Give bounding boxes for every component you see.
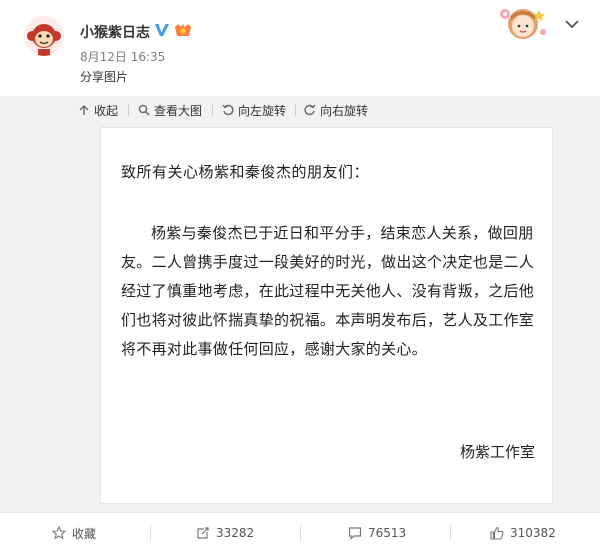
user-avatar[interactable]	[24, 16, 64, 56]
comment-button[interactable]: 76513	[348, 513, 406, 552]
rotate-left-label: 向左旋转	[238, 103, 287, 118]
collapse-button[interactable]: 收起	[78, 102, 118, 118]
repost-icon	[197, 527, 209, 539]
view-large-label: 查看大图	[154, 103, 203, 118]
rotate-right-button[interactable]: 向右旋转	[304, 102, 368, 118]
toolbar-divider	[212, 104, 213, 116]
comment-icon	[348, 527, 362, 540]
favorite-button[interactable]: 收藏	[52, 513, 96, 552]
toolbar-divider	[128, 104, 129, 116]
post-actions: 收藏 33282 76513 310382	[0, 512, 600, 552]
monkey-avatar-icon	[24, 16, 64, 56]
rotate-left-icon	[222, 104, 234, 116]
action-divider	[150, 525, 151, 541]
letter-signature: 杨紫工作室	[459, 443, 535, 461]
letter-body: 杨紫与秦俊杰已于近日和平分手，结束恋人关系，做回朋友。二人曾携手度过一段美好的时…	[121, 224, 535, 358]
statement-image[interactable]: 致所有关心杨紫和秦俊杰的朋友们： 杨紫与秦俊杰已于近日和平分手，结束恋人关系，做…	[100, 127, 553, 504]
view-large-button[interactable]: 查看大图	[138, 102, 202, 118]
favorite-label: 收藏	[72, 526, 97, 541]
like-icon	[490, 526, 504, 540]
user-name[interactable]: 小猴紫日志	[80, 22, 150, 42]
promo-sticker-icon[interactable]	[497, 4, 549, 42]
like-count: 310382	[510, 526, 556, 540]
zoom-icon	[138, 104, 150, 116]
comment-count: 76513	[368, 526, 407, 540]
like-button[interactable]: 310382	[490, 513, 556, 552]
toolbar-divider	[295, 104, 296, 116]
action-divider	[450, 525, 451, 541]
star-icon	[52, 526, 66, 540]
rotate-right-label: 向右旋转	[320, 103, 369, 118]
verified-icon	[155, 24, 169, 36]
repost-count: 33282	[216, 526, 255, 540]
chevron-down-icon[interactable]	[564, 18, 580, 30]
collapse-icon	[79, 105, 89, 115]
image-toolbar: 收起 查看大图 向左旋转 向右旋转	[0, 96, 600, 124]
letter-greeting: 致所有关心杨紫和秦俊杰的朋友们：	[121, 163, 370, 181]
rotate-left-button[interactable]: 向左旋转	[222, 102, 286, 118]
post-time[interactable]: 8月12日 16:35	[80, 48, 165, 65]
action-divider	[300, 525, 301, 541]
post-text: 分享图片	[80, 70, 129, 84]
repost-button[interactable]: 33282	[196, 513, 254, 552]
member-badge-icon[interactable]	[174, 23, 192, 37]
collapse-label: 收起	[94, 103, 119, 118]
rotate-right-icon	[304, 104, 316, 116]
post-header: 小猴紫日志 8月12日 16:35 分享图片	[0, 0, 600, 96]
